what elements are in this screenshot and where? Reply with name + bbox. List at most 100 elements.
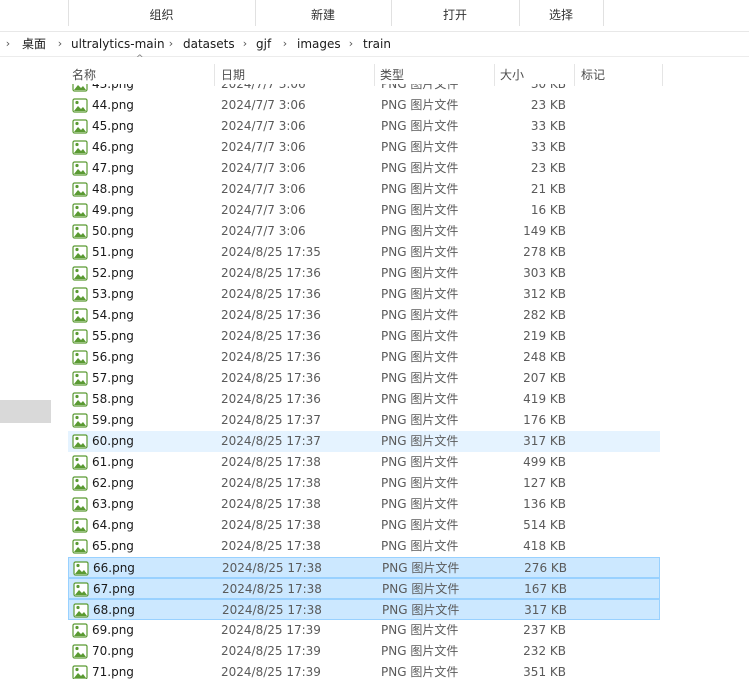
png-file-icon <box>72 329 88 344</box>
png-file-icon <box>72 308 88 323</box>
file-size: 278 KB <box>523 245 566 259</box>
file-row[interactable]: 57.png 2024/8/25 17:36 PNG 图片文件 207 KB <box>68 368 660 389</box>
file-size: 33 KB <box>530 140 566 154</box>
breadcrumb-item-images[interactable]: images <box>297 32 341 56</box>
file-type: PNG 图片文件 <box>382 582 460 596</box>
file-row[interactable]: 61.png 2024/8/25 17:38 PNG 图片文件 499 KB <box>68 452 660 473</box>
file-name: 45.png <box>92 119 134 133</box>
file-date: 2024/8/25 17:36 <box>221 266 321 280</box>
file-row[interactable]: 65.png 2024/8/25 17:38 PNG 图片文件 418 KB <box>68 536 660 557</box>
breadcrumb-item-gjf[interactable]: gjf <box>256 32 271 56</box>
file-name: 44.png <box>92 98 134 112</box>
png-file-icon <box>72 644 88 659</box>
chevron-right-icon[interactable]: › <box>346 32 356 56</box>
file-date: 2024/8/25 17:36 <box>221 308 321 322</box>
file-date: 2024/8/25 17:38 <box>221 497 321 511</box>
ribbon-group-open[interactable]: 打开 <box>391 0 519 31</box>
column-divider[interactable] <box>214 64 215 86</box>
file-row[interactable]: 51.png 2024/8/25 17:35 PNG 图片文件 278 KB <box>68 242 660 263</box>
png-file-icon <box>72 476 88 491</box>
chevron-right-icon[interactable]: › <box>280 32 290 56</box>
file-type: PNG 图片文件 <box>381 140 459 154</box>
breadcrumb-item-datasets[interactable]: datasets <box>183 32 235 56</box>
file-row[interactable]: 64.png 2024/8/25 17:38 PNG 图片文件 514 KB <box>68 515 660 536</box>
file-date: 2024/8/25 17:39 <box>221 623 321 637</box>
file-name: 48.png <box>92 182 134 196</box>
file-size: 127 KB <box>523 476 566 490</box>
file-row[interactable]: 60.png 2024/8/25 17:37 PNG 图片文件 317 KB <box>68 431 660 452</box>
file-type: PNG 图片文件 <box>381 266 459 280</box>
file-type: PNG 图片文件 <box>381 98 459 112</box>
png-file-icon <box>72 224 88 239</box>
file-type: PNG 图片文件 <box>381 329 459 343</box>
file-row[interactable]: 53.png 2024/8/25 17:36 PNG 图片文件 312 KB <box>68 284 660 305</box>
file-size: 419 KB <box>523 392 566 406</box>
file-row[interactable]: 48.png 2024/7/7 3:06 PNG 图片文件 21 KB <box>68 179 660 200</box>
file-size: 499 KB <box>523 455 566 469</box>
chevron-right-icon[interactable]: › <box>240 32 250 56</box>
file-name: 55.png <box>92 329 134 343</box>
chevron-right-icon[interactable]: › <box>3 32 13 56</box>
breadcrumb-item-ultralytics-main[interactable]: ultralytics-main <box>71 32 165 56</box>
file-row[interactable]: 43.png 2024/7/7 3:06 PNG 图片文件 30 KB <box>68 84 660 95</box>
png-file-icon <box>72 455 88 470</box>
file-type: PNG 图片文件 <box>381 539 459 553</box>
file-size: 317 KB <box>523 434 566 448</box>
file-size: 16 KB <box>530 203 566 217</box>
column-divider[interactable] <box>574 64 575 86</box>
chevron-right-icon[interactable]: › <box>55 32 65 56</box>
file-size: 149 KB <box>523 224 566 238</box>
nav-selected-item[interactable] <box>0 400 51 423</box>
file-name: 65.png <box>92 539 134 553</box>
column-divider[interactable] <box>374 64 375 86</box>
png-file-icon <box>72 392 88 407</box>
file-row[interactable]: 67.png 2024/8/25 17:38 PNG 图片文件 167 KB <box>68 578 660 599</box>
file-row[interactable]: 52.png 2024/8/25 17:36 PNG 图片文件 303 KB <box>68 263 660 284</box>
png-file-icon <box>72 182 88 197</box>
file-row[interactable]: 66.png 2024/8/25 17:38 PNG 图片文件 276 KB <box>68 557 660 578</box>
file-name: 58.png <box>92 392 134 406</box>
column-divider[interactable] <box>662 64 663 86</box>
file-row[interactable]: 47.png 2024/7/7 3:06 PNG 图片文件 23 KB <box>68 158 660 179</box>
file-row[interactable]: 70.png 2024/8/25 17:39 PNG 图片文件 232 KB <box>68 641 660 662</box>
file-name: 62.png <box>92 476 134 490</box>
file-name: 63.png <box>92 497 134 511</box>
column-divider[interactable] <box>494 64 495 86</box>
file-row[interactable]: 55.png 2024/8/25 17:36 PNG 图片文件 219 KB <box>68 326 660 347</box>
file-type: PNG 图片文件 <box>382 561 460 575</box>
file-row[interactable]: 49.png 2024/7/7 3:06 PNG 图片文件 16 KB <box>68 200 660 221</box>
file-row[interactable]: 58.png 2024/8/25 17:36 PNG 图片文件 419 KB <box>68 389 660 410</box>
png-file-icon <box>72 497 88 512</box>
file-row[interactable]: 69.png 2024/8/25 17:39 PNG 图片文件 237 KB <box>68 620 660 641</box>
file-row[interactable]: 44.png 2024/7/7 3:06 PNG 图片文件 23 KB <box>68 95 660 116</box>
file-row[interactable]: 46.png 2024/7/7 3:06 PNG 图片文件 33 KB <box>68 137 660 158</box>
file-date: 2024/8/25 17:38 <box>222 582 322 596</box>
file-row[interactable]: 45.png 2024/7/7 3:06 PNG 图片文件 33 KB <box>68 116 660 137</box>
file-row[interactable]: 59.png 2024/8/25 17:37 PNG 图片文件 176 KB <box>68 410 660 431</box>
ribbon-bar: 组织 新建 打开 选择 <box>0 0 749 32</box>
file-size: 237 KB <box>523 623 566 637</box>
file-row[interactable]: 50.png 2024/7/7 3:06 PNG 图片文件 149 KB <box>68 221 660 242</box>
file-date: 2024/8/25 17:38 <box>222 603 322 617</box>
file-size: 351 KB <box>523 665 566 679</box>
breadcrumb-item-desktop[interactable]: 桌面 <box>22 32 46 56</box>
file-name: 71.png <box>92 665 134 679</box>
ribbon-group-select[interactable]: 选择 <box>519 0 603 31</box>
file-row[interactable]: 62.png 2024/8/25 17:38 PNG 图片文件 127 KB <box>68 473 660 494</box>
chevron-right-icon[interactable]: › <box>166 32 176 56</box>
file-name: 66.png <box>93 561 135 575</box>
file-row[interactable]: 56.png 2024/8/25 17:36 PNG 图片文件 248 KB <box>68 347 660 368</box>
file-row[interactable]: 54.png 2024/8/25 17:36 PNG 图片文件 282 KB <box>68 305 660 326</box>
file-row[interactable]: 68.png 2024/8/25 17:38 PNG 图片文件 317 KB <box>68 599 660 620</box>
png-file-icon <box>72 98 88 113</box>
ribbon-group-new[interactable]: 新建 <box>255 0 391 31</box>
file-name: 57.png <box>92 371 134 385</box>
ribbon-group-organize[interactable]: 组织 <box>68 0 255 31</box>
file-size: 276 KB <box>524 561 567 575</box>
file-row[interactable]: 63.png 2024/8/25 17:38 PNG 图片文件 136 KB <box>68 494 660 515</box>
png-file-icon <box>72 623 88 638</box>
file-type: PNG 图片文件 <box>381 245 459 259</box>
breadcrumb-item-train[interactable]: train <box>363 32 391 56</box>
file-row[interactable]: 71.png 2024/8/25 17:39 PNG 图片文件 351 KB <box>68 662 660 679</box>
file-name: 50.png <box>92 224 134 238</box>
